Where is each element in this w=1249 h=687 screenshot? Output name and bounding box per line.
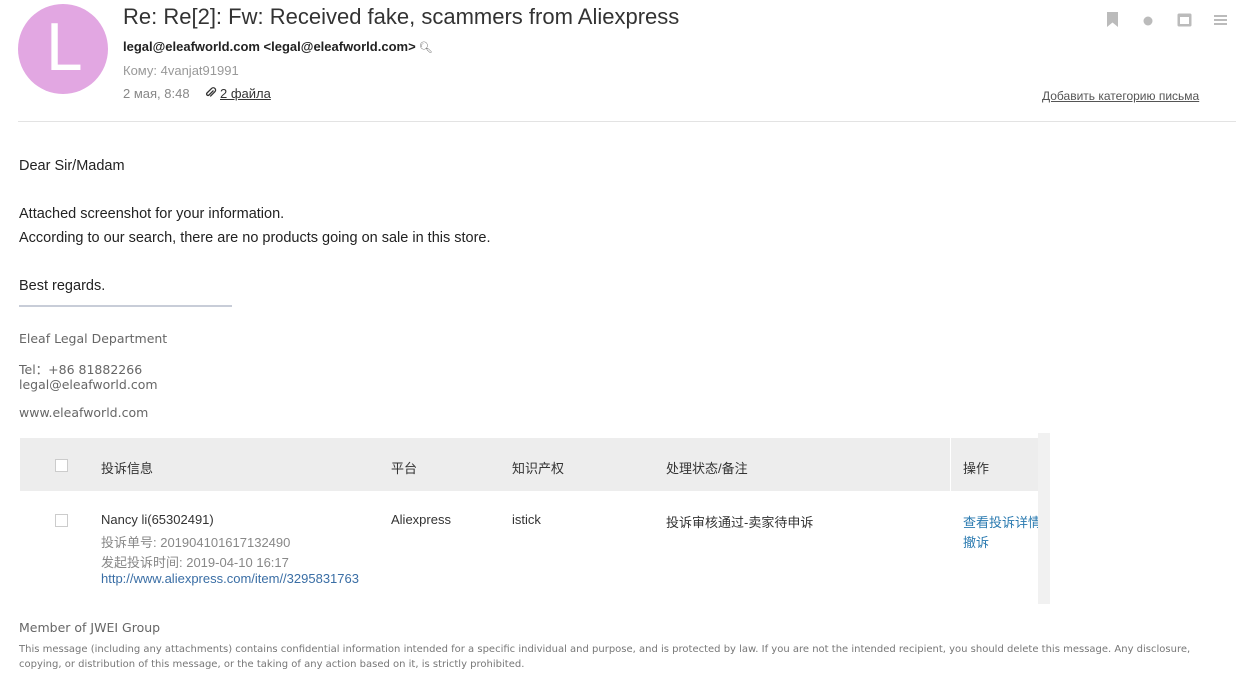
table-header: 投诉信息 平台 知识产权 处理状态/备注 操作	[20, 438, 1050, 491]
product-url[interactable]: http://www.aliexpress.com/item//32958317…	[101, 571, 367, 586]
signature-divider	[19, 305, 232, 307]
header-actions: 操作	[963, 461, 990, 476]
calendar-icon[interactable]	[1175, 12, 1193, 31]
menu-icon[interactable]	[1211, 12, 1229, 31]
signature-tel: Tel：+86 81882266	[19, 362, 143, 377]
header-complaint-info: 投诉信息	[101, 461, 154, 476]
product-url-clip: http://www.aliexpress.com/item//32958317…	[101, 571, 367, 586]
complaint-table: 投诉信息 平台 知识产权 处理状态/备注 操作 Nancy li(6530249…	[20, 438, 1050, 605]
add-category-link[interactable]: Добавить категорию письма	[1042, 89, 1199, 103]
body-line-1: Attached screenshot for your information…	[19, 206, 285, 222]
select-all-checkbox[interactable]	[55, 459, 68, 472]
greeting: Dear Sir/Madam	[19, 158, 125, 174]
table-scrollbar[interactable]	[1038, 433, 1050, 604]
dot-icon[interactable]	[1139, 12, 1157, 31]
email-date: 2 мая, 8:48	[123, 86, 190, 101]
search-icon[interactable]: 🔍︎	[419, 42, 433, 54]
header-divider	[950, 438, 951, 491]
withdraw-link[interactable]: 撤诉	[963, 532, 989, 551]
signature-website: www.eleafworld.com	[19, 405, 149, 420]
sender-address[interactable]: legal@eleafworld.com <legal@eleafworld.c…	[123, 39, 416, 54]
platform-value: Aliexpress	[391, 512, 451, 527]
view-details-link[interactable]: 查看投诉详情	[963, 512, 1041, 531]
message-toolbar	[1103, 12, 1229, 31]
body-line-2: According to our search, there are no pr…	[19, 230, 491, 246]
attachments-link[interactable]: 2 файла	[205, 86, 271, 101]
complainant-name: Nancy li(65302491)	[101, 512, 214, 527]
header-ip: 知识产权	[512, 461, 565, 476]
bookmark-icon[interactable]	[1103, 12, 1121, 31]
status-value: 投诉审核通过-卖家待申诉	[666, 515, 814, 530]
closing: Best regards.	[19, 278, 106, 294]
signature-email: legal@eleafworld.com	[19, 377, 158, 392]
header-platform: 平台	[391, 461, 418, 476]
sender[interactable]: legal@eleafworld.com <legal@eleafworld.c…	[123, 39, 433, 54]
attachments-label[interactable]: 2 файла	[220, 86, 271, 101]
email-subject: Re: Re[2]: Fw: Received fake, scammers f…	[123, 4, 680, 29]
row-checkbox[interactable]	[55, 514, 68, 527]
complaint-number: 投诉单号: 201904101617132490	[101, 535, 291, 550]
avatar: L	[18, 4, 108, 94]
signature-department: Eleaf Legal Department	[19, 331, 168, 346]
header-divider	[18, 121, 1236, 122]
complaint-time: 发起投诉时间: 2019-04-10 16:17	[101, 555, 289, 570]
paperclip-icon	[205, 87, 217, 97]
header-status: 处理状态/备注	[666, 461, 748, 476]
recipient: Кому: 4vanjat91991	[123, 63, 239, 78]
ip-value: istick	[512, 512, 541, 527]
legal-disclaimer: This message (including any attachments)…	[19, 644, 1191, 670]
message-body: Dear Sir/Madam Attached screenshot for y…	[19, 154, 491, 298]
signature-member: Member of JWEI Group	[19, 620, 161, 635]
